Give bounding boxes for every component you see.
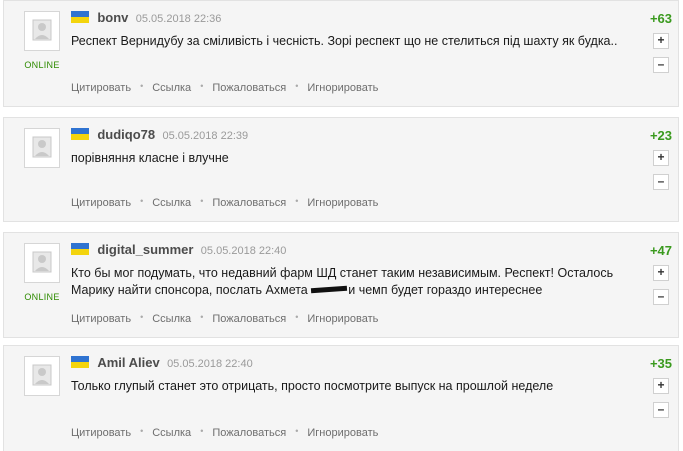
vote-up-button[interactable]: + bbox=[653, 378, 669, 394]
comment-actions: Цитировать • Ссылка • Пожаловаться • Игнориров… bbox=[71, 312, 378, 325]
permalink-link[interactable]: Ссылка bbox=[152, 197, 191, 209]
separator: • bbox=[140, 81, 144, 91]
comment-text: порівняння класне і влучне bbox=[71, 151, 229, 165]
report-link[interactable]: Пожаловаться bbox=[212, 82, 286, 94]
comment-text: Кто бы мог подумать, что недавний фарм Ш… bbox=[71, 265, 636, 299]
user-avatar-icon bbox=[32, 251, 52, 273]
vote-down-button[interactable]: – bbox=[653, 57, 669, 73]
user-avatar-icon bbox=[32, 364, 52, 386]
avatar[interactable] bbox=[24, 356, 60, 396]
ukraine-flag-icon bbox=[71, 128, 89, 140]
comment-date: 05.05.2018 22:40 bbox=[167, 358, 253, 370]
user-avatar-icon bbox=[32, 136, 52, 158]
user-avatar-icon bbox=[32, 19, 52, 41]
separator: • bbox=[295, 312, 299, 322]
separator: • bbox=[200, 312, 204, 322]
comment-text-part: и чемп будет гораздо интереснее bbox=[348, 283, 543, 297]
vote-down-button[interactable]: – bbox=[653, 402, 669, 418]
report-link[interactable]: Пожаловаться bbox=[212, 313, 286, 325]
avatar[interactable] bbox=[24, 11, 60, 51]
comment-rating: +63 bbox=[649, 11, 672, 26]
separator: • bbox=[200, 196, 204, 206]
comment-date: 05.05.2018 22:39 bbox=[162, 130, 249, 142]
avatar[interactable] bbox=[24, 243, 60, 283]
separator: • bbox=[200, 81, 204, 91]
comment-rating: +23 bbox=[649, 128, 672, 143]
vote-up-button[interactable]: + bbox=[653, 150, 669, 166]
vote-down-button[interactable]: – bbox=[653, 289, 669, 305]
ignore-link[interactable]: Игнорировать bbox=[307, 197, 378, 209]
comment-card: ONLINE bonv 05.05.2018 22:36 Респект Вер… bbox=[3, 0, 679, 107]
comment-actions: Цитировать • Ссылка • Пожаловаться • Игнориров… bbox=[71, 81, 378, 94]
comment-rating: +47 bbox=[649, 243, 672, 258]
ukraine-flag-icon bbox=[71, 243, 89, 255]
comment-header: bonv 05.05.2018 22:36 bbox=[71, 10, 221, 25]
comment-text: Только глупый станет это отрицать, прост… bbox=[71, 379, 554, 393]
quote-link[interactable]: Цитировать bbox=[71, 197, 131, 209]
comment-date: 05.05.2018 22:40 bbox=[200, 245, 287, 257]
comment-header: dudiqo78 05.05.2018 22:39 bbox=[71, 127, 248, 142]
username[interactable]: dudiqo78 bbox=[97, 127, 155, 142]
comment-header: digital_summer 05.05.2018 22:40 bbox=[71, 242, 286, 257]
comment-date: 05.05.2018 22:36 bbox=[135, 13, 222, 25]
comment-rating: +35 bbox=[649, 356, 672, 371]
censored-word-scribble bbox=[311, 285, 348, 294]
quote-link[interactable]: Цитировать bbox=[71, 82, 131, 94]
separator: • bbox=[295, 426, 299, 436]
ignore-link[interactable]: Игнорировать bbox=[307, 313, 378, 325]
avatar[interactable] bbox=[24, 128, 60, 168]
vote-up-button[interactable]: + bbox=[653, 265, 669, 281]
ignore-link[interactable]: Игнорировать bbox=[307, 82, 378, 94]
separator: • bbox=[140, 312, 144, 322]
username[interactable]: digital_summer bbox=[97, 242, 193, 257]
comment-text: Респект Вернидубу за сміливість і чесніс… bbox=[71, 34, 618, 48]
permalink-link[interactable]: Ссылка bbox=[152, 313, 191, 325]
comment-header: Amil Aliev 05.05.2018 22:40 bbox=[71, 355, 253, 370]
comment-card: Amil Aliev 05.05.2018 22:40 Только глупы… bbox=[3, 345, 679, 451]
online-status: ONLINE bbox=[24, 292, 60, 302]
username[interactable]: Amil Aliev bbox=[97, 355, 159, 370]
separator: • bbox=[200, 426, 204, 436]
separator: • bbox=[140, 196, 144, 206]
quote-link[interactable]: Цитировать bbox=[71, 313, 131, 325]
permalink-link[interactable]: Ссылка bbox=[152, 82, 191, 94]
ukraine-flag-icon bbox=[71, 11, 89, 23]
ignore-link[interactable]: Игнорировать bbox=[307, 427, 378, 439]
separator: • bbox=[295, 81, 299, 91]
username[interactable]: bonv bbox=[97, 10, 128, 25]
online-status: ONLINE bbox=[24, 60, 60, 70]
separator: • bbox=[295, 196, 299, 206]
report-link[interactable]: Пожаловаться bbox=[212, 427, 286, 439]
vote-down-button[interactable]: – bbox=[653, 174, 669, 190]
report-link[interactable]: Пожаловаться bbox=[212, 197, 286, 209]
ukraine-flag-icon bbox=[71, 356, 89, 368]
comment-card: ONLINE digital_summer 05.05.2018 22:40 К… bbox=[3, 232, 679, 338]
separator: • bbox=[140, 426, 144, 436]
quote-link[interactable]: Цитировать bbox=[71, 427, 131, 439]
comment-actions: Цитировать • Ссылка • Пожаловаться • Игнориров… bbox=[71, 196, 378, 209]
comment-actions: Цитировать • Ссылка • Пожаловаться • Игнориров… bbox=[71, 426, 378, 439]
permalink-link[interactable]: Ссылка bbox=[152, 427, 191, 439]
vote-up-button[interactable]: + bbox=[653, 33, 669, 49]
comment-card: dudiqo78 05.05.2018 22:39 порівняння кла… bbox=[3, 117, 679, 222]
